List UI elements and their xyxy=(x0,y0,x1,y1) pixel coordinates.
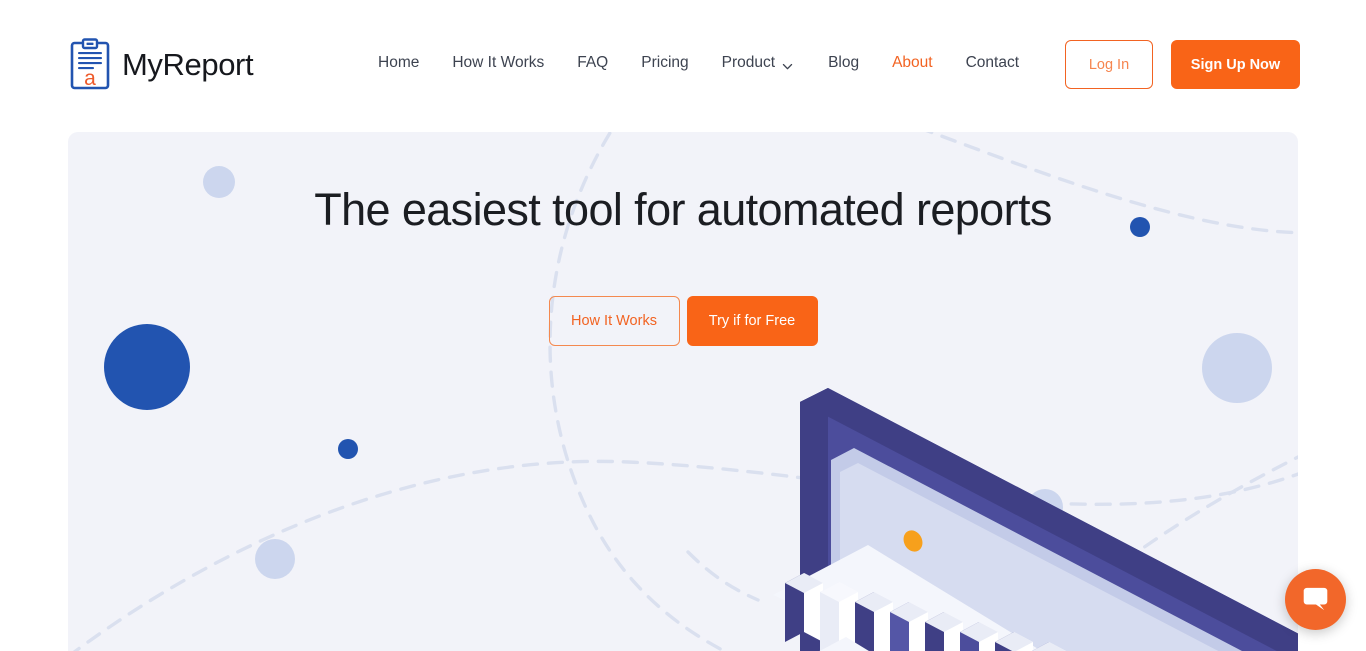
deco-circle-lavender-2 xyxy=(255,539,295,579)
hero-title: The easiest tool for automated reports xyxy=(314,184,1052,235)
nav-list: Home How It Works FAQ Pricing Product Bl… xyxy=(378,52,1019,74)
nav-link-pricing[interactable]: Pricing xyxy=(641,52,688,74)
nav-link-about[interactable]: About xyxy=(892,52,933,74)
nav-link-product-label: Product xyxy=(721,54,776,71)
clipboard-a-icon: a xyxy=(70,38,110,90)
nav-link-contact[interactable]: Contact xyxy=(966,52,1019,74)
brand-logo-link[interactable]: a MyReport xyxy=(70,38,254,90)
nav-item-blog: Blog xyxy=(828,52,859,74)
nav-item-faq: FAQ xyxy=(577,52,608,74)
how-it-works-button[interactable]: How It Works xyxy=(548,296,680,346)
try-for-free-button[interactable]: Try if for Free xyxy=(686,296,818,346)
site-header: a MyReport Home How It Works FAQ Pricing… xyxy=(0,0,1366,132)
nav-item-contact: Contact xyxy=(966,52,1019,74)
brand-name: MyReport xyxy=(122,46,254,82)
svg-text:a: a xyxy=(84,67,96,90)
nav-item-pricing: Pricing xyxy=(641,52,688,74)
chat-widget-button[interactable] xyxy=(1285,569,1346,630)
nav-item-about: About xyxy=(892,52,933,74)
nav-link-product[interactable]: Product xyxy=(722,52,793,74)
deco-circle-blue-small-1 xyxy=(338,439,358,459)
log-in-button[interactable]: Log In xyxy=(1065,40,1153,89)
nav-link-how-it-works[interactable]: How It Works xyxy=(452,52,544,74)
landing-page: a MyReport Home How It Works FAQ Pricing… xyxy=(0,0,1366,651)
header-actions: Log In Sign Up Now xyxy=(1065,40,1300,89)
nav-item-product: Product xyxy=(722,52,793,74)
nav-link-faq[interactable]: FAQ xyxy=(577,52,608,74)
nav-item-home: Home xyxy=(378,52,419,74)
sign-up-now-button[interactable]: Sign Up Now xyxy=(1171,40,1300,89)
nav-link-home[interactable]: Home xyxy=(378,52,419,74)
nav-link-blog[interactable]: Blog xyxy=(828,52,859,74)
hero-cta-group: How It Works Try if for Free xyxy=(68,296,1298,346)
chat-bubble-icon xyxy=(1301,584,1330,616)
hero-section: The easiest tool for automated reports H… xyxy=(68,132,1298,651)
hero-illustration xyxy=(773,388,1298,651)
nav-item-how-it-works: How It Works xyxy=(452,52,544,74)
chevron-down-icon xyxy=(782,57,793,69)
